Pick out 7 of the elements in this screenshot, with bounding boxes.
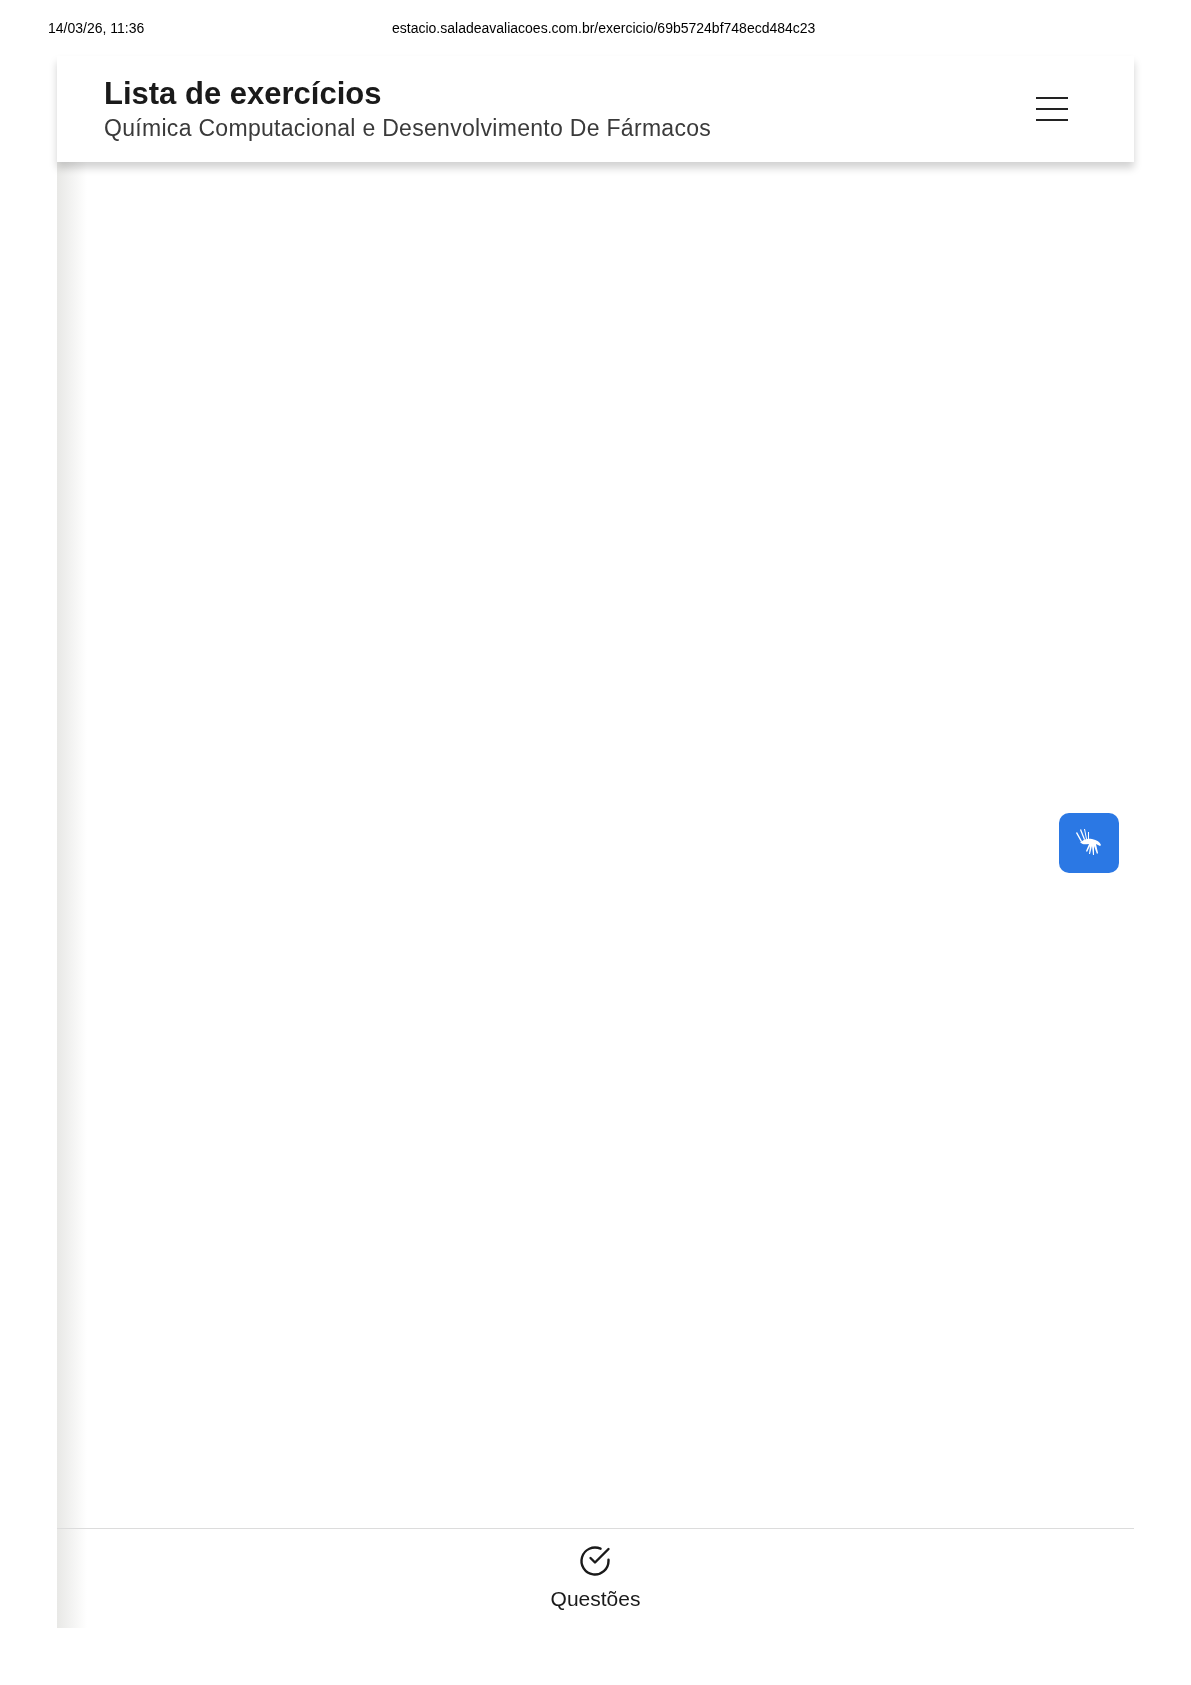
menu-icon[interactable] <box>1036 97 1068 121</box>
questions-tab[interactable]: Questões <box>550 1529 641 1615</box>
print-date: 14/03/26, 11:36 <box>48 18 146 38</box>
page-subtitle: Química Computacional e Desenvolvimento De Fármacos <box>104 114 712 143</box>
page-title: Lista de exercícios <box>104 75 383 113</box>
page-url: estacio.saladeavaliacoes.com.br/exercicio/69b5724bf748ecd484c23 <box>392 18 816 38</box>
sign-language-button[interactable] <box>1059 813 1119 873</box>
